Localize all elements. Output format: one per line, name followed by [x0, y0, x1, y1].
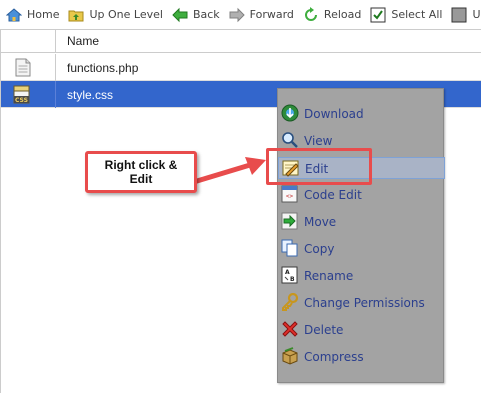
annotation-line-1: Right click &	[104, 158, 178, 172]
move-arrow-icon	[281, 212, 299, 230]
svg-text:A: A	[285, 269, 290, 276]
up-one-level-button[interactable]: Up One Level	[68, 7, 163, 23]
menu-item-label: Move	[304, 215, 337, 229]
reload-button[interactable]: Reload	[303, 6, 362, 23]
context-menu: Download View Edit <> Code Edit Move Cop…	[277, 88, 445, 383]
reload-label: Reload	[323, 8, 362, 21]
svg-text:<>: <>	[286, 193, 294, 200]
unselect-all-label: Unselect A	[472, 8, 481, 21]
svg-text:CSS: CSS	[15, 97, 28, 104]
menu-item-delete[interactable]: Delete	[278, 319, 445, 341]
menu-item-download[interactable]: Download	[278, 103, 445, 125]
edit-highlight-box	[266, 148, 372, 185]
unselect-all-button[interactable]: Unselect A	[451, 7, 481, 23]
copy-icon	[281, 239, 299, 257]
back-button[interactable]: Back	[172, 7, 220, 23]
menu-item-copy[interactable]: Copy	[278, 238, 445, 260]
table-header: Name	[1, 30, 481, 53]
php-file-icon	[15, 58, 31, 80]
menu-item-compress[interactable]: Compress	[278, 346, 445, 368]
svg-text:B: B	[290, 276, 295, 283]
annotation-callout: Right click & Edit	[85, 151, 197, 193]
code-edit-icon: <>	[281, 185, 299, 203]
home-icon	[5, 7, 23, 23]
home-button[interactable]: Home	[5, 7, 60, 23]
menu-item-label: Compress	[304, 350, 364, 364]
back-label: Back	[192, 8, 220, 21]
back-arrow-icon	[172, 7, 188, 23]
menu-item-label: Delete	[304, 323, 344, 337]
magnifier-icon	[281, 131, 299, 149]
icon-cell: CSS	[1, 81, 56, 108]
menu-item-code-edit[interactable]: <> Code Edit	[278, 184, 445, 206]
name-column-header[interactable]: Name	[67, 34, 99, 48]
menu-item-label: Download	[304, 107, 364, 121]
file-manager-toolbar: Home Up One Level Back Forward Reload Se…	[0, 0, 481, 29]
icon-column-header	[1, 30, 56, 53]
select-all-button[interactable]: Select All	[370, 7, 442, 23]
home-label: Home	[27, 8, 60, 21]
menu-item-change-permissions[interactable]: Change Permissions	[278, 292, 445, 314]
download-icon	[281, 104, 299, 122]
menu-item-label: Copy	[304, 242, 335, 256]
file-name: functions.php	[67, 61, 139, 75]
delete-x-icon	[281, 320, 299, 338]
css-file-icon: CSS	[13, 85, 31, 107]
checkbox-empty-icon	[451, 7, 467, 23]
menu-item-label: Rename	[304, 269, 354, 283]
rename-icon: AB	[281, 266, 299, 284]
up-one-level-label: Up One Level	[89, 8, 163, 21]
forward-label: Forward	[249, 8, 294, 21]
forward-arrow-icon	[229, 7, 245, 23]
forward-button[interactable]: Forward	[229, 7, 294, 23]
icon-cell	[1, 54, 56, 81]
menu-item-rename[interactable]: AB Rename	[278, 265, 445, 287]
file-name: style.css	[67, 88, 114, 102]
annotation-line-2: Edit	[129, 172, 153, 186]
menu-item-label: Code Edit	[304, 188, 362, 202]
folder-up-icon	[68, 7, 84, 23]
select-all-label: Select All	[391, 8, 443, 21]
table-row[interactable]: functions.php	[1, 54, 481, 81]
menu-item-label: Change Permissions	[304, 296, 425, 310]
reload-icon	[303, 6, 319, 23]
archive-box-icon	[281, 347, 299, 365]
checkbox-checked-icon	[370, 7, 386, 23]
key-icon	[281, 292, 299, 311]
menu-item-move[interactable]: Move	[278, 211, 445, 233]
menu-item-label: View	[304, 134, 333, 148]
